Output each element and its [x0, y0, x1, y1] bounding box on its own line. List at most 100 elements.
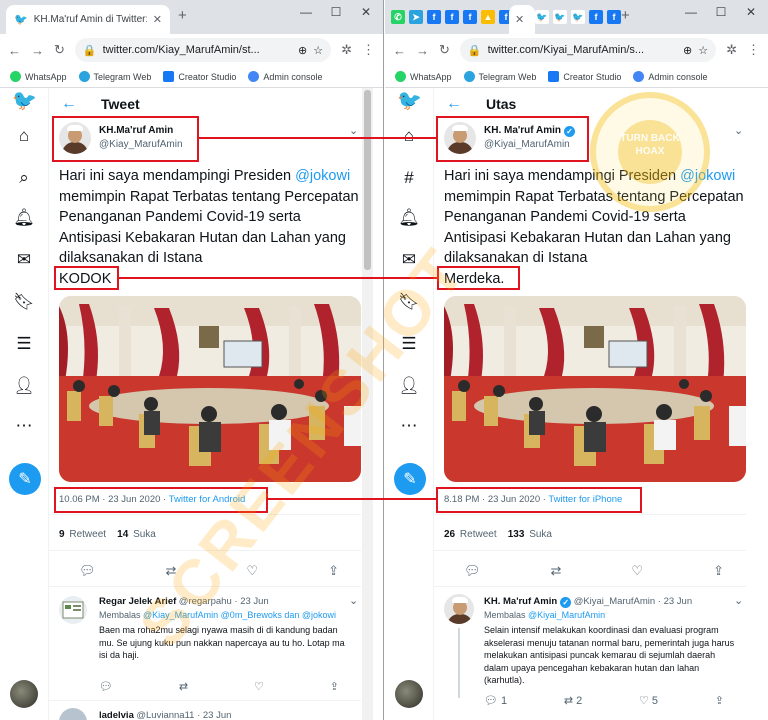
compose-tweet-button[interactable]: ✎ — [394, 463, 426, 495]
reply-author-name[interactable]: Regar Jelek Arief — [99, 596, 176, 607]
scrollbar-thumb[interactable] — [364, 90, 371, 270]
tweet-photo[interactable] — [444, 296, 746, 482]
extensions-icon[interactable]: ✲ — [726, 42, 737, 58]
mention-link[interactable]: @jokowi — [295, 168, 350, 184]
url-input[interactable]: 🔒 twitter.com/Kiay_MarufAmin/st... ⊕ ☆ — [74, 38, 332, 62]
back-icon[interactable]: ← — [393, 43, 406, 58]
share-icon[interactable]: ⇪ — [328, 563, 339, 579]
reply-avatar[interactable] — [444, 594, 474, 624]
facebook-icon[interactable]: f — [463, 10, 477, 24]
lists-icon[interactable]: ☰ — [12, 334, 36, 354]
profile-icon[interactable]: 👤︎ — [397, 376, 421, 396]
twitter-favicon-icon[interactable]: 🐦 — [571, 10, 585, 24]
share-icon[interactable]: ⇪ — [715, 694, 724, 707]
close-tab-icon[interactable]: ✕ — [515, 13, 524, 26]
forward-icon[interactable]: → — [416, 43, 429, 58]
menu-icon[interactable]: ⋮ — [362, 42, 375, 58]
retweet-count[interactable]: 26 Retweet — [444, 529, 497, 540]
twitter-favicon-icon[interactable]: 🐦 — [535, 10, 549, 24]
facebook-icon[interactable]: f — [445, 10, 459, 24]
chevron-down-icon[interactable]: ⌄ — [349, 124, 358, 137]
reply-tweet[interactable]: ladelvia @Luvianna11 · 23 Jun — [99, 709, 349, 720]
add-icon[interactable]: ⊕ — [683, 44, 692, 57]
reply-author-name[interactable]: KH. Ma'ruf Amin ✓ — [484, 596, 572, 608]
browser-tab-active[interactable]: ✕ — [509, 5, 535, 34]
bookmark-whatsapp[interactable]: WhatsApp — [395, 71, 452, 82]
minimize-icon[interactable]: — — [296, 5, 316, 19]
bookmark-admin-console[interactable]: Admin console — [248, 71, 322, 82]
bookmark-whatsapp[interactable]: WhatsApp — [10, 71, 67, 82]
reply-avatar[interactable] — [59, 708, 87, 720]
chevron-down-icon[interactable]: ⌄ — [734, 594, 743, 607]
reply-tweet[interactable]: Regar Jelek Arief @regarpahu · 23 Jun Me… — [99, 595, 349, 662]
account-avatar[interactable] — [395, 680, 423, 708]
back-icon[interactable]: ← — [8, 43, 21, 58]
reload-icon[interactable]: ↻ — [439, 42, 450, 58]
forward-icon[interactable]: → — [31, 43, 44, 58]
twitter-bird-icon[interactable]: 🐦 — [397, 88, 422, 113]
reload-icon[interactable]: ↻ — [54, 42, 65, 58]
extensions-icon[interactable]: ✲ — [341, 42, 352, 58]
url-input[interactable]: 🔒 twitter.com/Kiyai_MarufAmin/s... ⊕ ☆ — [459, 38, 717, 62]
compose-tweet-button[interactable]: ✎ — [9, 463, 41, 495]
facebook-icon[interactable]: f — [607, 10, 621, 24]
reply-icon[interactable]: 💬︎ — [464, 563, 481, 579]
bookmarks-icon[interactable]: 🔖︎ — [397, 292, 421, 312]
retweet-count[interactable]: 9 Retweet — [59, 529, 106, 540]
bookmark-creator-studio[interactable]: Creator Studio — [548, 71, 621, 82]
reply-tweet[interactable]: KH. Ma'ruf Amin ✓ @Kiyai_MarufAmin · 23 J… — [484, 595, 736, 687]
reply-icon[interactable]: 💬︎ — [79, 563, 96, 579]
close-tab-icon[interactable]: ✕ — [153, 13, 162, 26]
facebook-icon[interactable]: f — [589, 10, 603, 24]
close-window-icon[interactable]: ✕ — [741, 5, 761, 19]
retweet-icon[interactable]: ⇄ — [166, 563, 177, 579]
bookmark-admin-console[interactable]: Admin console — [633, 71, 707, 82]
reply-author-name[interactable]: ladelvia — [99, 710, 134, 720]
maximize-icon[interactable]: ☐ — [326, 5, 346, 19]
new-tab-icon[interactable]: + — [178, 7, 187, 24]
messages-icon[interactable]: ✉ — [12, 250, 36, 270]
notifications-icon[interactable]: 🔔︎ — [12, 208, 36, 228]
bookmark-telegram[interactable]: Telegram Web — [463, 71, 536, 82]
more-icon[interactable]: ⋯ — [397, 416, 421, 436]
messages-icon[interactable]: ✉ — [397, 250, 421, 270]
like-icon[interactable]: ♡ — [631, 563, 643, 579]
reply-author-handle[interactable]: @Kiyai_MarufAmin · 23 Jun — [574, 596, 692, 607]
reply-author-handle[interactable]: @Luvianna11 · 23 Jun — [136, 710, 231, 720]
retweet-icon[interactable]: ⇄ — [179, 680, 188, 693]
chevron-down-icon[interactable]: ⌄ — [734, 124, 743, 137]
like-icon[interactable]: ♡ — [246, 563, 258, 579]
explore-icon[interactable]: ⌕ — [12, 168, 36, 188]
profile-icon[interactable]: 👤︎ — [12, 376, 36, 396]
reply-icon[interactable]: 💬︎ — [99, 680, 113, 693]
bookmark-telegram[interactable]: Telegram Web — [78, 71, 151, 82]
bookmark-creator-studio[interactable]: Creator Studio — [163, 71, 236, 82]
twitter-favicon-icon[interactable]: 🐦 — [553, 10, 567, 24]
maximize-icon[interactable]: ☐ — [711, 5, 731, 19]
browser-tab[interactable]: 🐦 KH.Ma'ruf Amin di Twitter: "Hari i ✕ — [6, 5, 170, 34]
mention-link[interactable]: @jokowi — [680, 168, 735, 184]
close-window-icon[interactable]: ✕ — [356, 5, 376, 19]
back-arrow-icon[interactable]: ← — [446, 95, 462, 113]
reply-author-handle[interactable]: @regarpahu · 23 Jun — [179, 596, 269, 607]
reply-mentions[interactable]: @Kiyai_MarufAmin — [528, 610, 605, 620]
twitter-bird-icon[interactable]: 🐦 — [12, 88, 37, 113]
star-icon[interactable]: ☆ — [698, 44, 708, 57]
star-icon[interactable]: ☆ — [313, 44, 323, 57]
minimize-icon[interactable]: — — [681, 5, 701, 19]
chevron-down-icon[interactable]: ⌄ — [349, 594, 358, 607]
scrollbar[interactable] — [362, 88, 373, 720]
whatsapp-icon[interactable]: ✆ — [391, 10, 405, 24]
back-arrow-icon[interactable]: ← — [61, 95, 77, 113]
reply-mentions[interactable]: @Kiay_MarufAmin @0m_Brewoks dan @jokowi — [143, 610, 336, 620]
drive-icon[interactable]: ▲ — [481, 10, 495, 24]
tweet-photo[interactable] — [59, 296, 361, 482]
like-count-small[interactable]: ♡ 5 — [639, 694, 658, 707]
telegram-icon[interactable]: ➤ — [409, 10, 423, 24]
like-count[interactable]: 133 Suka — [508, 529, 552, 540]
reply-avatar[interactable] — [59, 596, 87, 624]
retweet-count-small[interactable]: ⇄ 2 — [564, 694, 582, 707]
home-icon[interactable]: ⌂ — [397, 126, 421, 146]
retweet-icon[interactable]: ⇄ — [551, 563, 562, 579]
explore-icon[interactable]: # — [397, 168, 421, 188]
